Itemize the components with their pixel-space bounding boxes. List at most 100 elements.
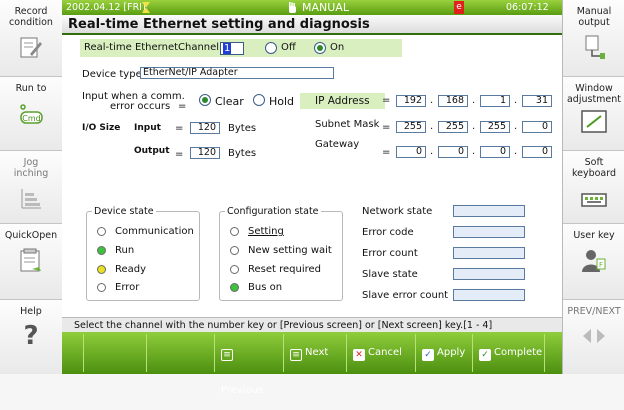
- network-state-field: [453, 205, 525, 217]
- soft-keyboard-label: Soft keyboard: [571, 157, 617, 179]
- ip-octet-2[interactable]: 168: [438, 95, 468, 107]
- setting-led: [230, 227, 239, 236]
- record-condition-button[interactable]: Record condition: [0, 0, 62, 77]
- soft-keyboard-button[interactable]: Soft keyboard: [563, 151, 624, 224]
- channel-label: Channel: [178, 42, 220, 53]
- gateway-dot-1: .: [430, 146, 434, 157]
- divider: [83, 334, 84, 372]
- right-sidebar: Manual output Window adjustment Soft key…: [562, 0, 624, 374]
- help-button[interactable]: Help ?: [0, 300, 62, 374]
- error-code-label: Error code: [362, 227, 414, 238]
- slave-state-field: [453, 268, 525, 280]
- manual-output-icon: [585, 35, 605, 59]
- run-led: [97, 246, 106, 255]
- cancel-icon: ✕: [353, 349, 365, 361]
- svg-text:F: F: [599, 261, 603, 269]
- reset-required-label: Reset required: [248, 264, 322, 275]
- gateway-octet-2[interactable]: 0: [438, 146, 468, 158]
- slave-error-count-field: [453, 289, 525, 301]
- bus-on-led: [230, 283, 239, 292]
- divider: [146, 334, 147, 372]
- apply-label: Apply: [437, 347, 466, 358]
- top-status-bar: 2002.04.12 [FRI] MANUAL e 06:07:12 PM: [62, 0, 562, 28]
- on-radio[interactable]: [314, 42, 326, 54]
- next-button[interactable]: ≡ Next: [283, 334, 347, 372]
- device-type-label: Device type: [82, 69, 142, 80]
- comm-error-eq: =: [178, 101, 187, 112]
- output-eq: =: [175, 149, 184, 160]
- help-icon: ?: [23, 321, 39, 351]
- error-badge[interactable]: e: [454, 1, 464, 14]
- error-label: Error: [115, 282, 140, 293]
- ready-label: Ready: [115, 264, 147, 275]
- prev-next-label: PREV/NEXT: [567, 306, 621, 317]
- bus-on-label: Bus on: [248, 282, 283, 293]
- subnet-octet-1[interactable]: 255: [396, 121, 426, 133]
- output-size-field[interactable]: 120: [190, 147, 220, 159]
- new-setting-wait-label: New setting wait: [248, 245, 332, 256]
- hold-radio[interactable]: [253, 94, 265, 106]
- communication-label: Communication: [115, 226, 194, 237]
- complete-button[interactable]: ✓ Complete: [472, 334, 544, 372]
- subnet-mask-label: Subnet Mask: [315, 119, 380, 130]
- quick-open-button[interactable]: QuickOpen: [0, 224, 62, 300]
- slave-state-label: Slave state: [362, 269, 418, 280]
- new-setting-wait-led: [230, 246, 239, 255]
- jog-inching-label: Jog inching: [13, 157, 49, 179]
- ip-octet-4[interactable]: 31: [522, 95, 552, 107]
- gateway-label: Gateway: [315, 139, 360, 150]
- window-adjustment-button[interactable]: Window adjustment: [563, 77, 624, 151]
- run-to-button[interactable]: Run to Cmd: [0, 77, 62, 151]
- record-condition-icon: [20, 37, 42, 58]
- prev-next-button[interactable]: PREV/NEXT: [563, 300, 624, 374]
- window-adjustment-label: Window adjustment: [566, 83, 622, 105]
- input-size-field[interactable]: 120: [190, 122, 220, 134]
- page-title: Real-time Ethernet setting and diagnosis: [62, 15, 562, 35]
- apply-button[interactable]: ✓ Apply: [415, 334, 479, 372]
- apply-check-icon: ✓: [422, 349, 434, 361]
- gateway-eq: =: [382, 147, 391, 158]
- cmd-icon: Cmd: [20, 104, 43, 124]
- user-key-button[interactable]: User key F: [563, 224, 624, 300]
- gateway-octet-3[interactable]: 0: [480, 146, 510, 158]
- date-display: 2002.04.12 [FRI]: [66, 2, 146, 13]
- run-label: Run: [115, 245, 135, 256]
- ip-dot-2: .: [472, 95, 476, 106]
- previous-button[interactable]: ≡ Previous: [214, 334, 278, 396]
- output-unit: Bytes: [228, 148, 257, 159]
- complete-check-icon: ✓: [479, 349, 491, 361]
- error-count-field: [453, 247, 525, 259]
- gateway-octet-1[interactable]: 0: [396, 146, 426, 158]
- gateway-octet-4[interactable]: 0: [522, 146, 552, 158]
- channel-input[interactable]: 1: [220, 42, 244, 55]
- ip-dot-1: .: [430, 95, 434, 106]
- off-radio[interactable]: [265, 42, 277, 54]
- manual-output-button[interactable]: Manual output: [563, 0, 624, 77]
- input-size-label: Input: [134, 123, 161, 133]
- gateway-dot-3: .: [514, 146, 518, 157]
- subnet-octet-3[interactable]: 255: [480, 121, 510, 133]
- subnet-octet-4[interactable]: 0: [522, 121, 552, 133]
- quick-open-label: QuickOpen: [4, 230, 58, 241]
- user-key-icon: F: [582, 250, 606, 272]
- jog-inching-button[interactable]: Jog inching: [0, 151, 62, 224]
- subnet-eq: =: [382, 122, 391, 133]
- jog-inching-icon: [21, 189, 41, 209]
- run-to-label: Run to: [15, 83, 47, 94]
- bottom-button-bar: ≡Previous ≡ Next ✕ Cancel ✓ Apply ✓ Complete: [62, 332, 562, 396]
- slave-error-count-label: Slave error count: [362, 290, 449, 301]
- previous-icon: ≡: [221, 349, 233, 361]
- setting-label: Setting: [248, 226, 284, 237]
- ip-octet-3[interactable]: 1: [480, 95, 510, 107]
- subnet-dot-3: .: [514, 121, 518, 132]
- cancel-label: Cancel: [368, 347, 402, 358]
- input-eq: =: [175, 123, 184, 134]
- cancel-button[interactable]: ✕ Cancel: [346, 334, 410, 372]
- error-count-label: Error count: [362, 248, 418, 259]
- clear-radio[interactable]: [199, 94, 211, 106]
- ip-octet-1[interactable]: 192: [396, 95, 426, 107]
- subnet-octet-2[interactable]: 255: [438, 121, 468, 133]
- device-state-title: Device state: [92, 206, 156, 217]
- quick-open-icon: [20, 248, 41, 272]
- clear-label: Clear: [215, 95, 244, 108]
